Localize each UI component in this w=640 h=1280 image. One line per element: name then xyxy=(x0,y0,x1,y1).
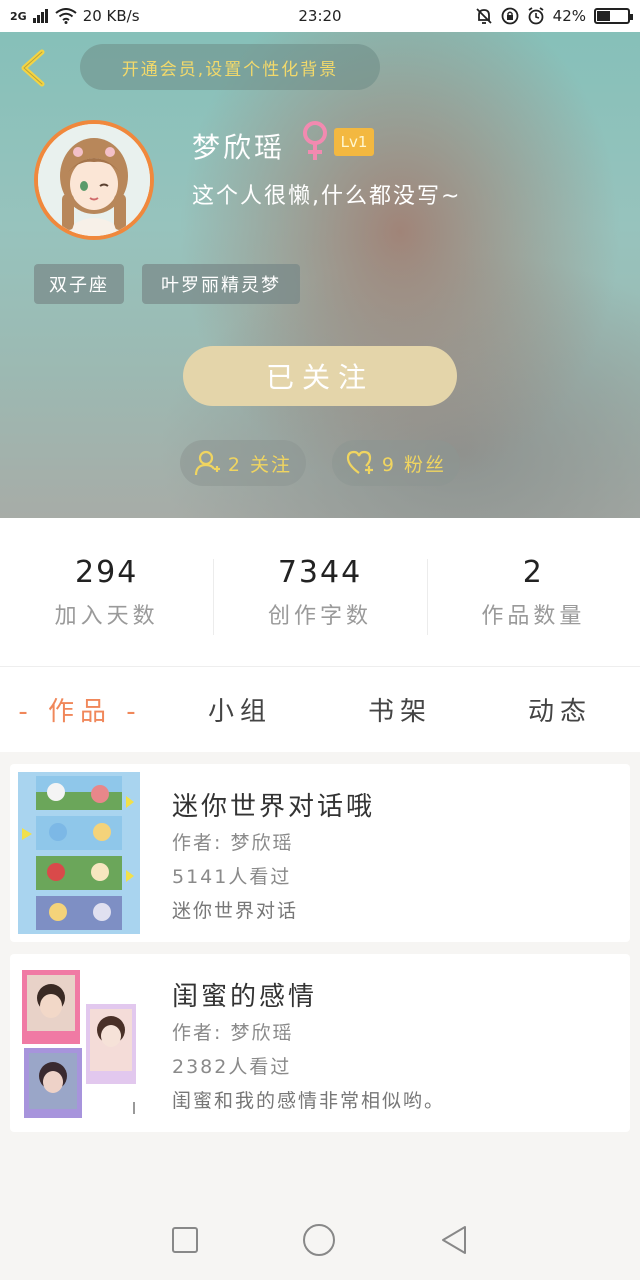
work-description: 迷你世界对话 xyxy=(172,900,299,922)
battery-percent: 42% xyxy=(552,7,586,25)
status-bar: 2G 20 KB/s 23:20 42% xyxy=(0,0,640,32)
stat-word-count: 7344 创作字数 xyxy=(213,554,426,635)
tab-activity[interactable]: 动态 xyxy=(480,691,640,728)
status-left: 2G 20 KB/s xyxy=(10,7,475,25)
square-nav-icon[interactable] xyxy=(171,1226,199,1254)
tag-zodiac[interactable]: 双子座 xyxy=(34,264,124,304)
profile-header: 开通会员,设置个性化背景 梦欣瑶 Lv1 这个人很懒,什么都没写~ 双子座 叶罗… xyxy=(0,32,640,518)
fans-label: 9 粉丝 xyxy=(381,453,447,476)
work-title: 迷你世界对话哦 xyxy=(172,792,376,822)
add-user-icon xyxy=(194,450,220,476)
alarm-icon xyxy=(528,7,544,25)
back-button[interactable] xyxy=(14,46,54,90)
work-card[interactable]: 闺蜜的感情 作者: 梦欣瑶 2382人看过 闺蜜和我的感情非常相似哟。 xyxy=(10,954,630,1132)
system-nav-bar xyxy=(0,1200,640,1280)
follow-button[interactable]: 已关注 xyxy=(183,346,457,406)
work-views: 2382人看过 xyxy=(172,1056,292,1078)
work-author: 作者: 梦欣瑶 xyxy=(172,1022,294,1044)
signature: 这个人很懒,什么都没写~ xyxy=(192,184,462,209)
stat-label: 创作字数 xyxy=(267,603,372,629)
work-card[interactable]: 迷你世界对话哦 作者: 梦欣瑶 5141人看过 迷你世界对话 xyxy=(10,764,630,942)
work-cover-image xyxy=(18,962,140,1124)
stats-row: 294 加入天数 7344 创作字数 2 作品数量 xyxy=(0,518,640,666)
level-badge: Lv1 xyxy=(334,128,374,156)
tag-interest[interactable]: 叶罗丽精灵梦 xyxy=(142,264,300,304)
stat-label: 加入天数 xyxy=(54,603,159,629)
work-title: 闺蜜的感情 xyxy=(172,982,318,1012)
stat-join-days: 294 加入天数 xyxy=(0,555,213,630)
username: 梦欣瑶 xyxy=(192,131,286,164)
tab-works[interactable]: - 作品 - xyxy=(0,691,160,728)
stat-label: 作品数量 xyxy=(481,603,586,629)
cover-thumbnail xyxy=(18,772,140,934)
work-author: 作者: 梦欣瑶 xyxy=(172,832,294,854)
back-chevron-icon xyxy=(21,49,45,87)
following-label: 2 关注 xyxy=(227,453,293,476)
cover-thumbnail xyxy=(18,962,140,1124)
work-views: 5141人看过 xyxy=(172,866,292,888)
signal-icon xyxy=(32,9,48,23)
avatar[interactable] xyxy=(34,120,154,240)
female-icon xyxy=(303,121,327,160)
work-description: 闺蜜和我的感情非常相似哟。 xyxy=(172,1090,446,1112)
triangle-back-icon[interactable] xyxy=(439,1224,469,1256)
network-type: 2G xyxy=(10,9,27,23)
rotation-lock-icon xyxy=(501,7,519,25)
tab-bookshelf[interactable]: 书架 xyxy=(320,691,480,728)
circle-nav-icon[interactable] xyxy=(302,1223,336,1257)
stat-works-count: 2 作品数量 xyxy=(426,554,640,635)
stat-value: 7344 xyxy=(277,554,363,590)
following-button[interactable]: 2 关注 xyxy=(180,440,306,486)
wifi-icon xyxy=(55,8,77,24)
tab-bar: - 作品 - 小组 书架 动态 xyxy=(0,666,640,752)
battery-icon xyxy=(594,8,633,24)
work-cover-image xyxy=(18,772,140,934)
heart-plus-icon xyxy=(346,450,373,474)
battery-fill xyxy=(597,11,611,21)
avatar-illustration xyxy=(38,124,150,236)
mute-bell-icon xyxy=(476,8,492,24)
network-speed: 20 KB/s xyxy=(82,7,140,25)
status-right: 42% xyxy=(475,7,633,25)
stat-value: 294 xyxy=(75,554,139,590)
vip-banner-button[interactable]: 开通会员,设置个性化背景 xyxy=(80,44,380,90)
stat-value: 2 xyxy=(522,554,544,590)
tab-groups[interactable]: 小组 xyxy=(160,691,320,728)
fans-button[interactable]: 9 粉丝 xyxy=(332,440,460,486)
